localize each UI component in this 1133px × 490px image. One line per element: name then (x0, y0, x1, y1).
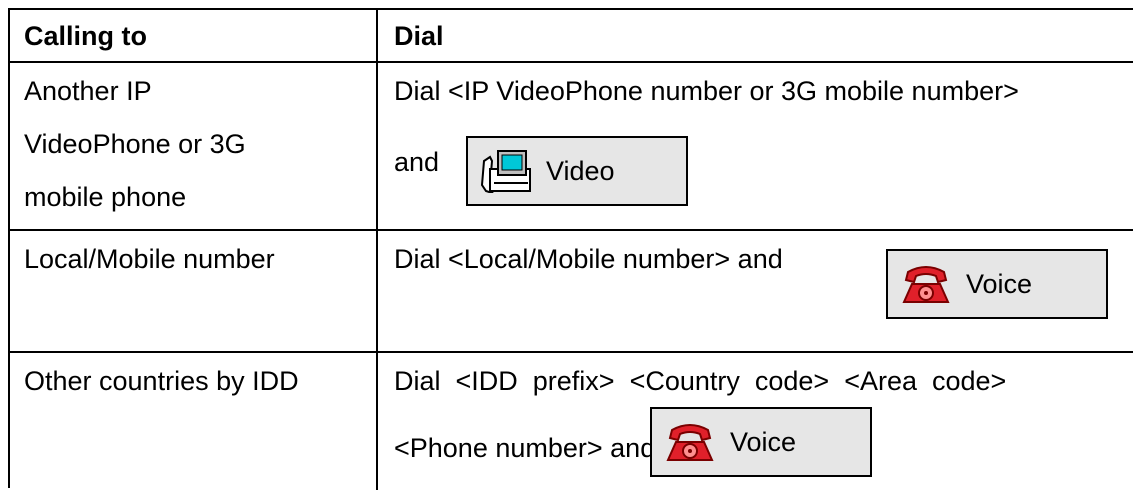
table-row: Another IP VideoPhone or 3G mobile phone… (10, 63, 1133, 231)
calling-to-cell: Other countries by IDD (10, 353, 378, 490)
dial-cell: Dial <IDD prefix> <Country code> <Area c… (378, 353, 1133, 490)
table-header-row: Calling to Dial (10, 10, 1133, 63)
voice-button-label: Voice (730, 426, 797, 457)
calling-to-text: mobile phone (24, 182, 187, 212)
video-button-label: Video (546, 155, 615, 186)
dial-instruction: and (394, 147, 440, 177)
table-row: Other countries by IDD Dial <IDD prefix>… (10, 353, 1133, 490)
red-telephone-icon (664, 420, 716, 464)
header-cell-dial: Dial (378, 10, 1133, 61)
header-dial: Dial (394, 21, 444, 51)
calling-to-text: Other countries by IDD (24, 366, 299, 396)
dial-cell: Dial <Local/Mobile number> and Voice (378, 231, 1133, 351)
dialing-table: Calling to Dial Another IP VideoPhone or… (8, 8, 1133, 490)
dial-instruction: Dial <IDD prefix> <Country code> <Area c… (394, 366, 1007, 396)
calling-to-cell: Another IP VideoPhone or 3G mobile phone (10, 63, 378, 229)
voice-call-button[interactable]: Voice (650, 407, 872, 477)
calling-to-cell: Local/Mobile number (10, 231, 378, 351)
table-row: Local/Mobile number Dial <Local/Mobile n… (10, 231, 1133, 353)
calling-to-text: Local/Mobile number (24, 244, 275, 274)
voice-call-button[interactable]: Voice (886, 249, 1108, 319)
calling-to-text: Another IP (24, 76, 152, 106)
voice-button-label: Voice (966, 268, 1033, 299)
header-calling-to: Calling to (24, 21, 147, 51)
header-cell-calling-to: Calling to (10, 10, 378, 61)
video-call-button[interactable]: Video (466, 136, 688, 206)
dial-instruction: Dial <IP VideoPhone number or 3G mobile … (394, 76, 1019, 106)
red-telephone-icon (900, 262, 952, 306)
dial-instruction: <Phone number> and (394, 433, 656, 463)
videophone-icon (480, 149, 532, 193)
dial-instruction: Dial <Local/Mobile number> and (394, 244, 783, 274)
dial-cell: Dial <IP VideoPhone number or 3G mobile … (378, 63, 1133, 229)
calling-to-text: VideoPhone or 3G (24, 129, 246, 159)
